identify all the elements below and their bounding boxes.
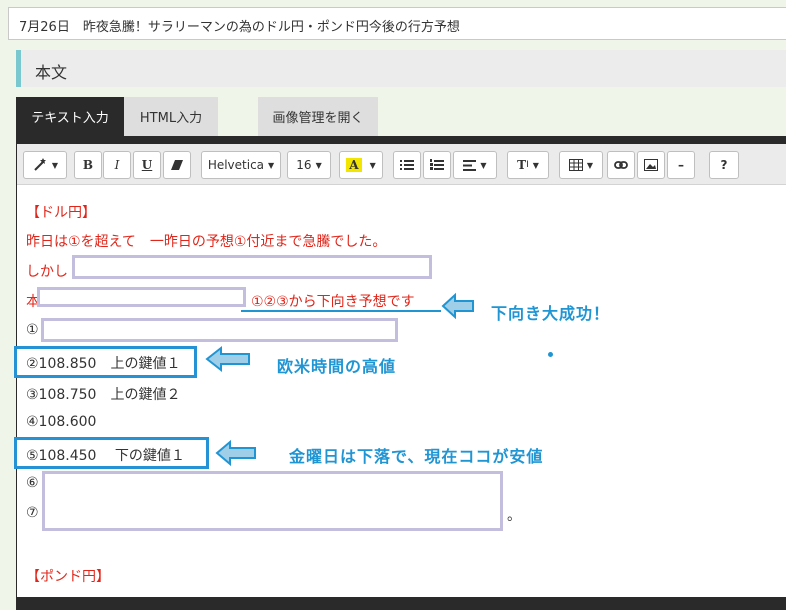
content-line-2-prefix: しかし	[26, 264, 68, 280]
title-input[interactable]: 7月26日 昨夜急騰！サラリーマンの為のドル円・ポンド円今後の行方予想	[8, 7, 786, 40]
annotation-friday-low: 金曜日は下落で、現在ココが安値	[289, 447, 544, 466]
content-line-3-suffix: ①②③から下向き予想です	[251, 294, 415, 310]
arrow-left-icon	[205, 345, 250, 373]
align-left-icon	[463, 159, 477, 171]
section-heading: 本文	[16, 50, 786, 87]
tab-html-input[interactable]: HTML入力	[124, 97, 218, 136]
dollar-yen-heading: 【ドル円】	[26, 205, 96, 221]
redaction-box	[37, 287, 246, 307]
highlight-box	[14, 437, 209, 469]
align-dropdown[interactable]: ▼	[453, 151, 497, 179]
annotation-dot	[548, 352, 553, 357]
list-item-3: ③108.750 上の鍵値２	[26, 387, 181, 403]
ordered-list-button[interactable]	[423, 151, 451, 179]
editor-toolbar: ▼ B I U Helvetica ▼ 16 ▼ A ▼ ▼ T I ▼ ▼ –…	[17, 144, 786, 185]
editor-bottom-border	[16, 597, 786, 610]
highlight-box	[14, 346, 197, 378]
text-style-dropdown[interactable]: T I ▼	[507, 151, 549, 179]
italic-button[interactable]: I	[103, 151, 131, 179]
text-color-dropdown[interactable]: A ▼	[339, 151, 383, 179]
eraser-button[interactable]	[163, 151, 191, 179]
chevron-down-icon: ▼	[369, 160, 376, 170]
redaction-box	[72, 255, 432, 279]
image-manager-button[interactable]: 画像管理を開く	[258, 97, 378, 136]
table-icon	[568, 159, 583, 171]
magic-wand-icon	[34, 158, 46, 171]
table-dropdown[interactable]: ▼	[559, 151, 603, 179]
text-style-icon: T	[517, 158, 527, 172]
list-item-4: ④108.600	[26, 414, 97, 430]
redaction-box	[42, 471, 503, 531]
font-family-value: Helvetica	[207, 158, 265, 172]
chevron-down-icon: ▼	[315, 160, 322, 170]
chevron-down-icon: ▼	[532, 160, 539, 170]
chevron-down-icon: ▼	[268, 160, 275, 170]
bullet-list-icon	[400, 160, 414, 170]
cursor-icon: I	[526, 160, 529, 170]
numbered-list-icon	[430, 159, 444, 170]
font-family-dropdown[interactable]: Helvetica ▼	[201, 151, 281, 179]
tab-text-input[interactable]: テキスト入力	[16, 97, 124, 136]
chevron-down-icon: ▼	[480, 160, 487, 170]
unordered-list-button[interactable]	[393, 151, 421, 179]
magic-wand-dropdown[interactable]: ▼	[23, 151, 67, 179]
annotation-down-success: 下向き大成功！	[491, 304, 611, 323]
help-button[interactable]: ?	[709, 151, 739, 179]
image-button[interactable]	[637, 151, 665, 179]
annotation-europe-high: 欧米時間の高値	[277, 357, 397, 376]
list-item-7-end: 。	[507, 508, 521, 524]
link-icon	[614, 161, 628, 169]
underline-button[interactable]: U	[133, 151, 161, 179]
text-color-icon: A	[346, 158, 362, 172]
eraser-icon	[171, 160, 183, 170]
image-icon	[644, 159, 658, 171]
redaction-box	[41, 318, 398, 342]
content-line-1: 昨日は①を超えて 一昨日の予想①付近まで急騰でした。	[26, 234, 387, 250]
bold-button[interactable]: B	[74, 151, 102, 179]
font-size-dropdown[interactable]: 16 ▼	[287, 151, 331, 179]
pound-yen-heading: 【ポンド円】	[26, 569, 110, 585]
annotation-underline	[241, 310, 441, 312]
horizontal-rule-button[interactable]: –	[667, 151, 695, 179]
arrow-left-icon	[441, 292, 474, 320]
font-size-value: 16	[296, 158, 312, 172]
list-item-7: ⑦	[26, 505, 39, 521]
chevron-down-icon: ▼	[586, 160, 594, 170]
list-item-1: ①	[26, 322, 39, 338]
chevron-down-icon: ▼	[51, 160, 59, 170]
link-button[interactable]	[607, 151, 635, 179]
editor-top-border	[16, 136, 786, 144]
list-item-6: ⑥	[26, 475, 39, 491]
arrow-left-icon	[215, 439, 256, 467]
